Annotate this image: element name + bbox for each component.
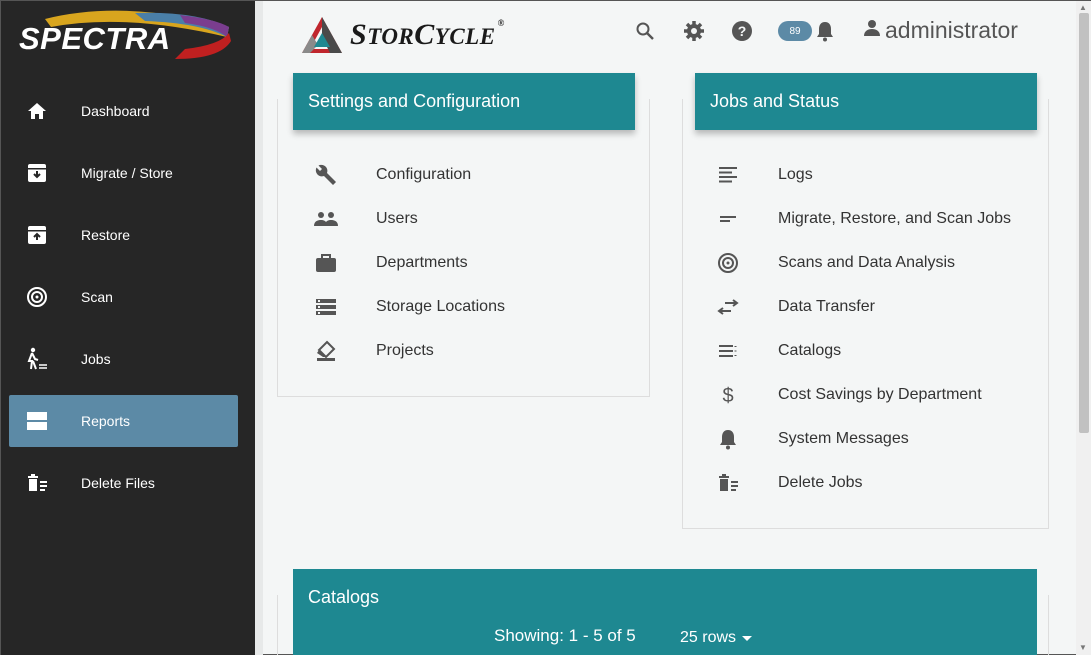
jobs-panel-title: Jobs and Status [710,91,840,111]
transfer-arrows-icon [700,298,756,316]
menu-item-projects[interactable]: Projects [298,329,638,373]
sidebar-item-label: Reports [81,413,131,429]
users-icon [298,211,354,227]
sidebar-item-label: Delete Files [81,475,155,491]
logs-lines-icon [700,166,756,184]
menu-item-label: Migrate, Restore, and Scan Jobs [778,210,1012,227]
menu-item-jobs[interactable]: Migrate, Restore, and Scan Jobs [700,197,1045,241]
menu-item-departments[interactable]: Departments [298,241,638,285]
menu-item-label: Configuration [376,166,472,183]
jobs-menu: Logs Migrate, Restore, and Scan Jobs Sca… [700,153,1045,505]
menu-item-label: Catalogs [778,342,842,359]
rows-per-page-select[interactable]: 25 rows [680,629,753,647]
menu-item-users[interactable]: Users [298,197,638,241]
sidebar-item-scan[interactable]: Scan [9,271,238,323]
storage-list-icon [298,298,354,316]
search-icon[interactable] [634,20,656,42]
delete-files-icon [9,473,65,493]
menu-item-label: Projects [376,342,434,359]
user-icon [863,19,881,42]
svg-text:$: $ [722,385,733,406]
spectra-logo[interactable]: SPECTRA [15,7,235,67]
sidebar-item-restore[interactable]: Restore [9,209,238,261]
jobs-panel-header: Jobs and Status [695,73,1037,130]
scroll-down-icon[interactable]: ▼ [1079,643,1087,652]
jobs-walker-icon [9,347,65,371]
menu-item-label: Data Transfer [778,298,875,315]
dollar-icon: $ [700,384,756,406]
bell-icon [700,428,756,450]
notification-count-badge[interactable]: 89 [778,21,812,41]
app-title: STORCYCLE® [350,18,505,51]
menu-item-cost-savings[interactable]: $ Cost Savings by Department [700,373,1045,417]
storcycle-logo[interactable]: STORCYCLE® [300,15,505,55]
menu-item-delete-jobs[interactable]: Delete Jobs [700,461,1045,505]
archive-up-icon [9,224,65,246]
user-menu[interactable]: administrator [863,17,1018,44]
scan-target-icon [700,252,756,274]
sidebar-item-label: Migrate / Store [81,165,173,181]
menu-item-catalogs[interactable]: Catalogs [700,329,1045,373]
delete-jobs-icon [700,473,756,493]
caret-down-icon [742,629,753,647]
menu-item-configuration[interactable]: Configuration [298,153,638,197]
menu-item-label: Scans and Data Analysis [778,254,955,271]
sidebar-item-reports[interactable]: Reports [9,395,238,447]
menu-item-data-transfer[interactable]: Data Transfer [700,285,1045,329]
projects-eraser-icon [298,340,354,362]
sidebar-item-label: Scan [81,289,113,305]
scroll-up-icon[interactable]: ▲ [1079,3,1087,12]
sidebar: SPECTRA Dashboard Migrate / Store Restor… [1,1,255,655]
help-icon[interactable]: ? [731,20,753,42]
page-scrollbar[interactable]: ▲ ▼ [1076,1,1091,655]
settings-menu: Configuration Users Departments Storage … [298,153,638,373]
storcycle-triangle-icon [302,17,342,53]
rows-per-page-value: 25 rows [680,629,737,646]
sidebar-nav: Dashboard Migrate / Store Restore Scan J… [9,85,238,519]
sidebar-divider [255,1,263,655]
archive-down-icon [9,162,65,184]
pagination-summary: Showing: 1 - 5 of 5 [494,626,636,645]
menu-item-label: Delete Jobs [778,474,863,491]
menu-item-storage-locations[interactable]: Storage Locations [298,285,638,329]
reports-icon [9,411,65,431]
menu-item-label: Departments [376,254,468,271]
menu-item-label: Cost Savings by Department [778,386,982,403]
sidebar-item-dashboard[interactable]: Dashboard [9,85,238,137]
scroll-thumb[interactable] [1079,13,1089,433]
menu-item-label: Storage Locations [376,298,505,315]
svg-text:?: ? [738,23,747,39]
menu-item-system-messages[interactable]: System Messages [700,417,1045,461]
menu-item-logs[interactable]: Logs [700,153,1045,197]
sidebar-item-label: Jobs [81,351,111,367]
menu-item-label: Users [376,210,418,227]
settings-panel-title: Settings and Configuration [308,91,521,111]
brand-name: SPECTRA [19,21,171,56]
sidebar-item-migrate-store[interactable]: Migrate / Store [9,147,238,199]
briefcase-icon [298,253,354,273]
menu-item-scans[interactable]: Scans and Data Analysis [700,241,1045,285]
menu-item-label: Logs [778,166,813,183]
settings-panel-header: Settings and Configuration [293,73,635,130]
bell-icon[interactable] [814,20,836,42]
scan-target-icon [9,286,65,308]
sidebar-item-jobs[interactable]: Jobs [9,333,238,385]
sidebar-item-label: Restore [81,227,131,243]
gear-icon[interactable] [683,20,705,42]
sidebar-item-delete-files[interactable]: Delete Files [9,457,238,509]
home-icon [9,101,65,121]
sidebar-item-label: Dashboard [81,103,150,119]
menu-item-label: System Messages [778,430,909,447]
catalog-list-icon [700,344,756,358]
short-lines-icon [700,214,756,224]
catalogs-panel-header: Catalogs Showing: 1 - 5 of 5 25 rows [293,569,1037,655]
catalogs-panel-title: Catalogs [308,587,380,607]
wrench-icon [298,163,354,187]
username: administrator [885,17,1018,43]
